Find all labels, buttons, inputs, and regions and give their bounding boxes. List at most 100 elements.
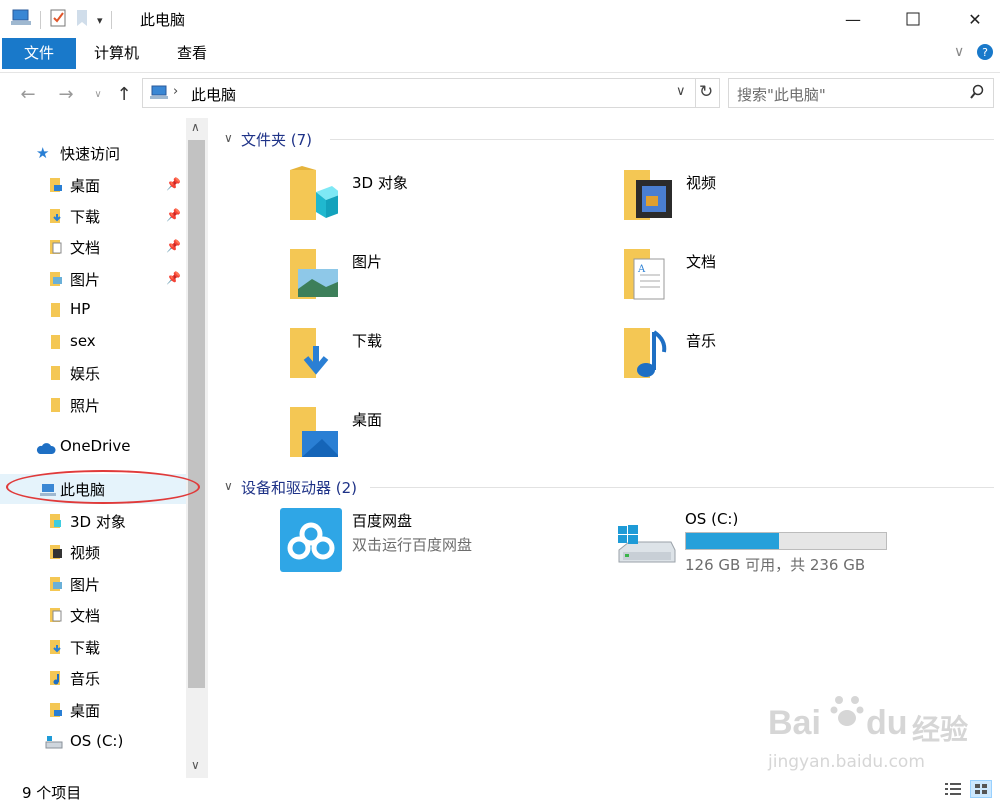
minimize-button[interactable]: — bbox=[830, 0, 876, 38]
forward-button[interactable]: → bbox=[54, 82, 78, 106]
sidebar-item-pc-desktop[interactable]: 桌面 bbox=[0, 695, 186, 725]
close-icon: ✕ bbox=[968, 9, 982, 29]
help-icon[interactable]: ? bbox=[976, 43, 994, 65]
collapse-chevron-icon[interactable]: ∨ bbox=[224, 131, 233, 145]
pictures-folder-icon bbox=[290, 249, 338, 299]
folders-group-header[interactable]: 文件夹 (7) bbox=[241, 129, 312, 150]
folder-tile-music[interactable]: 音乐 bbox=[616, 324, 916, 394]
address-path[interactable]: 此电脑 bbox=[191, 84, 236, 105]
3d-objects-folder-icon bbox=[50, 514, 61, 528]
device-tile-os-c[interactable]: OS (C:) 126 GB 可用，共 236 GB bbox=[615, 508, 915, 578]
folder-tile-3d-objects[interactable]: 3D 对象 bbox=[282, 166, 582, 236]
documents-folder-icon bbox=[50, 240, 62, 254]
sidebar-item-sex[interactable]: sex bbox=[0, 327, 186, 357]
sidebar-item-pc-pictures[interactable]: 图片 bbox=[0, 569, 186, 599]
sidebar-item-pc-documents[interactable]: 文档 bbox=[0, 600, 186, 630]
sidebar-item-hp[interactable]: HP bbox=[0, 295, 186, 325]
search-placeholder: 搜索"此电脑" bbox=[737, 86, 826, 104]
scrollbar-thumb[interactable] bbox=[188, 140, 205, 688]
drive-name: OS (C:) bbox=[685, 510, 739, 528]
sidebar-item-entertainment[interactable]: 娱乐 bbox=[0, 358, 186, 388]
sidebar-item-quick-access[interactable]: ★ 快速访问 bbox=[0, 138, 186, 168]
tab-view[interactable]: 查看 bbox=[163, 38, 221, 69]
new-folder-icon[interactable] bbox=[75, 8, 89, 32]
sidebar-item-3d-objects[interactable]: 3D 对象 bbox=[0, 506, 186, 536]
tab-computer[interactable]: 计算机 bbox=[80, 38, 153, 69]
folder-tile-downloads[interactable]: 下载 bbox=[282, 324, 582, 394]
address-row: ← → ∨ ↑ › 此电脑 ∨ ↻ 搜索"此电脑" bbox=[0, 72, 1000, 116]
desktop-folder-icon bbox=[50, 178, 62, 192]
sidebar-item-downloads[interactable]: 下载 📌 bbox=[0, 201, 186, 231]
address-bar[interactable]: › 此电脑 ∨ ↻ bbox=[142, 78, 720, 108]
devices-group-header[interactable]: 设备和驱动器 (2) bbox=[241, 477, 357, 498]
scroll-up-icon[interactable]: ∧ bbox=[191, 120, 200, 134]
item-count: 9 个项目 bbox=[22, 784, 82, 802]
downloads-folder-icon bbox=[290, 328, 329, 378]
divider bbox=[695, 79, 696, 107]
content-pane: ∨ 文件夹 (7) 3D 对象 视频 图片 A 文档 下载 音乐 桌面 ∨ 设备… bbox=[210, 118, 1000, 778]
scroll-down-icon[interactable]: ∨ bbox=[191, 758, 200, 772]
sidebar-item-desktop[interactable]: 桌面 📌 bbox=[0, 170, 186, 200]
folder-icon bbox=[51, 366, 60, 380]
svg-text:?: ? bbox=[982, 46, 988, 59]
chevron-down-icon[interactable]: ▾ bbox=[97, 14, 103, 27]
tab-file[interactable]: 文件 bbox=[2, 38, 76, 69]
refresh-icon[interactable]: ↻ bbox=[699, 82, 713, 102]
maximize-button[interactable] bbox=[890, 0, 936, 38]
status-bar: 9 个项目 bbox=[0, 778, 1000, 802]
pin-icon[interactable]: 📌 bbox=[166, 239, 181, 253]
tiles-view-icon[interactable] bbox=[970, 780, 992, 798]
pictures-folder-icon bbox=[50, 577, 62, 591]
folder-tile-desktop[interactable]: 桌面 bbox=[282, 403, 582, 473]
baidu-netdisk-icon bbox=[280, 508, 342, 572]
minimize-icon: — bbox=[845, 9, 861, 29]
chevron-right-icon[interactable]: › bbox=[173, 84, 178, 99]
folder-tile-videos[interactable]: 视频 bbox=[616, 166, 916, 236]
details-view-icon[interactable] bbox=[944, 782, 962, 800]
sidebar-item-videos[interactable]: 视频 bbox=[0, 537, 186, 567]
group-divider bbox=[370, 487, 994, 488]
pictures-folder-icon bbox=[50, 272, 62, 286]
downloads-folder-icon bbox=[50, 640, 61, 654]
folder-icon bbox=[51, 335, 60, 349]
collapse-chevron-icon[interactable]: ∨ bbox=[224, 479, 233, 493]
device-tile-baidu[interactable]: 百度网盘 双击运行百度网盘 bbox=[280, 508, 590, 578]
computer-icon[interactable] bbox=[10, 9, 32, 31]
close-button[interactable]: ✕ bbox=[952, 0, 998, 38]
back-button[interactable]: ← bbox=[16, 82, 40, 106]
sidebar-item-os-c[interactable]: OS (C:) bbox=[0, 727, 186, 757]
watermark-text-jingyan: 经验 bbox=[912, 713, 969, 746]
search-input[interactable]: 搜索"此电脑" bbox=[728, 78, 994, 108]
pin-icon[interactable]: 📌 bbox=[166, 177, 181, 191]
sidebar-item-onedrive[interactable]: OneDrive bbox=[0, 432, 186, 462]
search-icon[interactable] bbox=[969, 84, 985, 104]
window-title: 此电脑 bbox=[140, 11, 186, 29]
folder-tile-documents[interactable]: A 文档 bbox=[616, 245, 916, 315]
ribbon-expand-icon[interactable]: ∨ bbox=[954, 44, 964, 60]
sidebar-item-documents[interactable]: 文档 📌 bbox=[0, 232, 186, 262]
sidebar-item-pc-downloads[interactable]: 下载 bbox=[0, 632, 186, 662]
sidebar-item-music[interactable]: 音乐 bbox=[0, 663, 186, 693]
sidebar-item-pictures[interactable]: 图片 📌 bbox=[0, 264, 186, 294]
pin-icon[interactable]: 📌 bbox=[166, 271, 181, 285]
properties-icon[interactable] bbox=[49, 8, 67, 32]
recent-locations-button[interactable]: ∨ bbox=[86, 82, 110, 106]
address-dropdown-icon[interactable]: ∨ bbox=[676, 84, 686, 99]
sidebar-item-photos[interactable]: 照片 bbox=[0, 390, 186, 420]
up-button[interactable]: ↑ bbox=[112, 82, 136, 106]
toolbar-separator bbox=[110, 11, 112, 29]
downloads-folder-icon bbox=[50, 209, 61, 223]
desktop-folder-icon bbox=[290, 407, 338, 457]
pin-icon[interactable]: 📌 bbox=[166, 208, 181, 222]
quick-access-toolbar: ▾ bbox=[10, 8, 112, 32]
desktop-folder-icon bbox=[50, 703, 62, 717]
videos-folder-icon bbox=[50, 545, 62, 559]
drive-usage-fill bbox=[686, 533, 780, 549]
navigation-pane: ★ 快速访问 桌面 📌 下载 📌 文档 📌 图片 📌 HP sex 娱乐 照片 bbox=[0, 118, 208, 778]
drive-space-info: 126 GB 可用，共 236 GB bbox=[685, 556, 866, 574]
folder-icon bbox=[51, 303, 60, 317]
folder-tile-pictures[interactable]: 图片 bbox=[282, 245, 582, 315]
highlight-circle bbox=[6, 470, 200, 504]
computer-icon bbox=[149, 85, 169, 105]
videos-folder-icon bbox=[624, 170, 672, 220]
